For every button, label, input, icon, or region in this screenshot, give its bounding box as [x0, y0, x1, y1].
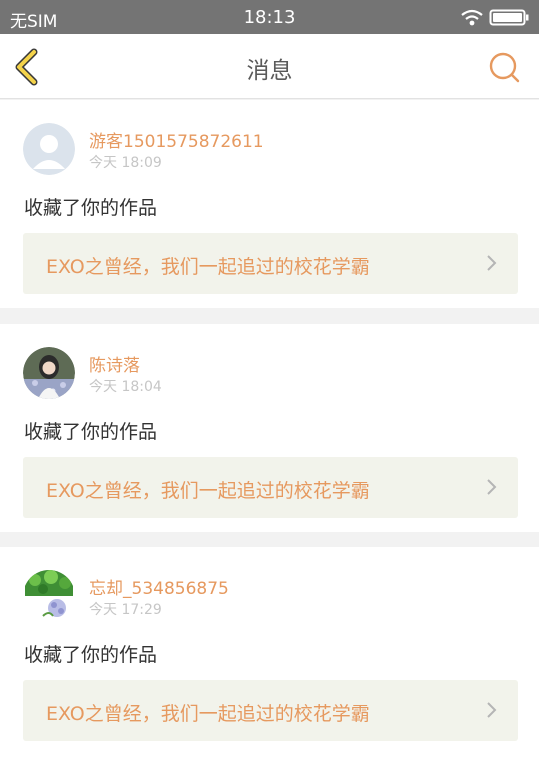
search-icon	[489, 52, 520, 83]
chevron-right-icon	[487, 702, 497, 718]
avatar[interactable]	[23, 570, 75, 622]
username[interactable]: 游客1501575872611	[89, 127, 264, 152]
user-photo-avatar	[23, 347, 75, 399]
header-bar: 消息	[0, 34, 539, 99]
username[interactable]: 忘却_534856875	[89, 574, 229, 599]
page-title: 消息	[246, 58, 293, 84]
work-title: EXO之曾经，我们一起追过的校花学霸	[46, 256, 370, 278]
wifi-icon	[461, 9, 483, 26]
work-title: EXO之曾经，我们一起追过的校花学霸	[46, 480, 370, 502]
status-bar: 无SIM 18:13	[0, 0, 539, 34]
notification-card: 游客1501575872611 今天 18:09 收藏了你的作品 EXO之曾经，…	[0, 100, 539, 308]
user-photo-avatar	[23, 570, 75, 622]
status-icons	[459, 6, 529, 28]
action-text: 收藏了你的作品	[24, 197, 158, 219]
default-avatar-icon	[23, 123, 75, 175]
action-text: 收藏了你的作品	[24, 421, 158, 443]
search-button[interactable]	[487, 50, 521, 84]
avatar[interactable]	[23, 123, 75, 175]
timestamp: 今天 18:09	[89, 155, 162, 171]
notification-card: 忘却_534856875 今天 17:29 收藏了你的作品 EXO之曾经，我们一…	[0, 547, 539, 760]
notification-card: 陈诗落 今天 18:04 收藏了你的作品 EXO之曾经，我们一起追过的校花学霸	[0, 324, 539, 532]
work-title: EXO之曾经，我们一起追过的校花学霸	[46, 703, 370, 725]
avatar[interactable]	[23, 347, 75, 399]
chevron-right-icon	[487, 479, 497, 495]
timestamp: 今天 17:29	[89, 602, 162, 618]
battery-icon	[489, 9, 529, 26]
chevron-right-icon	[487, 255, 497, 271]
work-link[interactable]: EXO之曾经，我们一起追过的校花学霸	[23, 233, 518, 294]
action-text: 收藏了你的作品	[24, 644, 158, 666]
timestamp: 今天 18:04	[89, 379, 162, 395]
work-link[interactable]: EXO之曾经，我们一起追过的校花学霸	[23, 457, 518, 518]
username[interactable]: 陈诗落	[89, 351, 140, 376]
work-link[interactable]: EXO之曾经，我们一起追过的校花学霸	[23, 680, 518, 741]
